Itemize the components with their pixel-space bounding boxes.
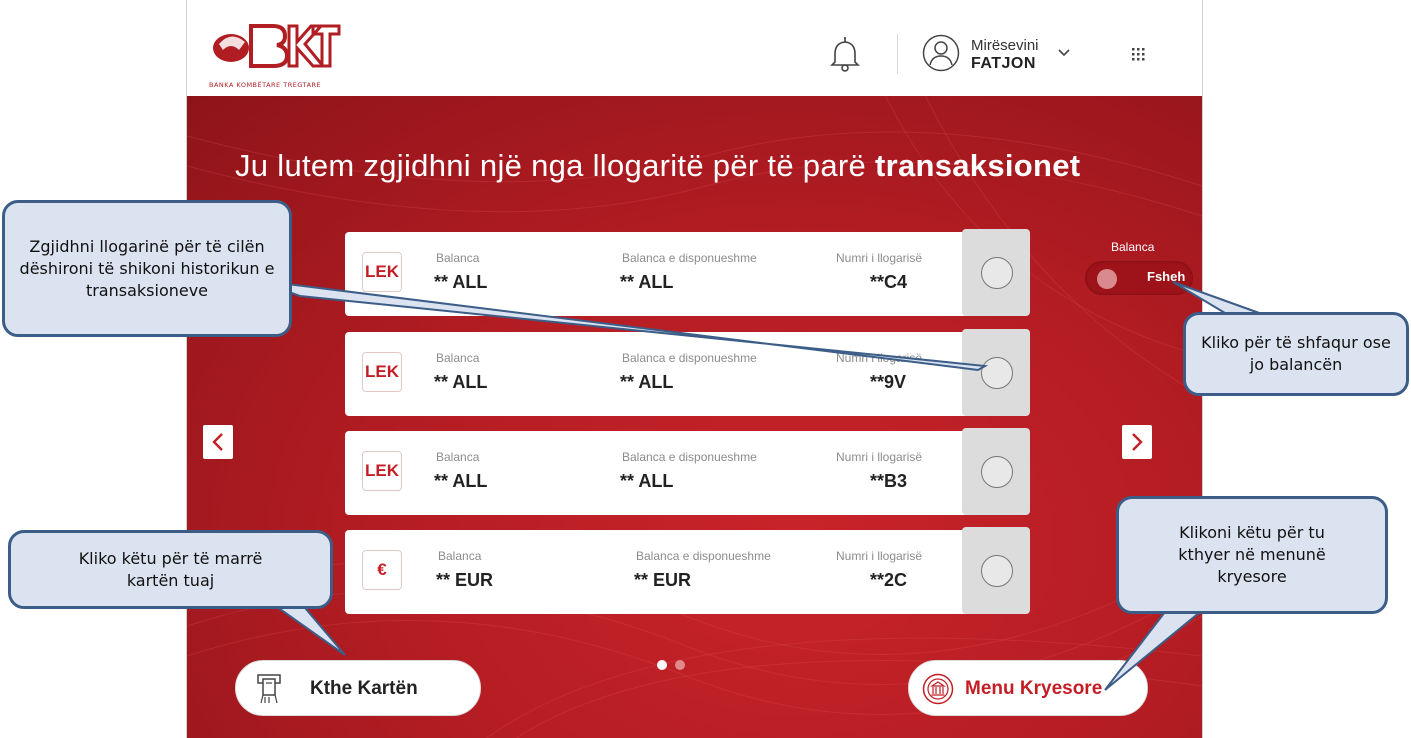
account-select-area[interactable] xyxy=(962,428,1030,515)
available-balance-label: Balanca e disponueshme xyxy=(636,549,771,563)
account-number-label: Numri i llogarisë xyxy=(836,549,923,563)
callout-select-account: Zgjidhni llogarinë për të cilën dëshiron… xyxy=(2,200,292,337)
chevron-down-icon[interactable] xyxy=(1057,48,1071,58)
account-number-value: **9V xyxy=(870,372,907,392)
top-bar: BANKA KOMBËTARE TREGTARE Mirësevini FATJ… xyxy=(187,0,1202,96)
logo-subtitle: BANKA KOMBËTARE TREGTARE xyxy=(209,81,322,89)
callout-return-card: Kliko këtu për të marrë kartën tuaj xyxy=(8,530,333,609)
background-waves xyxy=(187,96,1202,738)
callout-toggle-balance-text: Kliko për të shfaqur ose jo balancën xyxy=(1201,333,1391,374)
balance-value: ** ALL xyxy=(434,471,488,491)
next-arrow-button[interactable] xyxy=(1122,425,1152,459)
page-title: Ju lutem zgjidhni një nga llogaritë për … xyxy=(235,148,1080,184)
main-menu-label: Menu Kryesore xyxy=(965,678,1103,699)
user-name: FATJON xyxy=(971,55,1036,72)
currency-badge: LEK xyxy=(362,252,402,292)
account-card[interactable]: LEK Balanca ** ALL Balanca e disponueshm… xyxy=(345,329,1030,416)
apps-grid-icon[interactable] xyxy=(1131,47,1145,61)
account-card[interactable]: LEK Balanca ** ALL Balanca e disponueshm… xyxy=(345,428,1030,515)
header-divider xyxy=(897,34,898,74)
chevron-right-icon xyxy=(1132,433,1143,451)
balance-value: ** EUR xyxy=(436,570,494,590)
title-bold: transaksionet xyxy=(874,148,1081,183)
balance-value: ** ALL xyxy=(434,272,488,292)
available-balance-value: ** ALL xyxy=(620,272,674,292)
main-panel xyxy=(187,96,1202,738)
page-dot[interactable] xyxy=(675,660,685,670)
account-number-value: **C4 xyxy=(870,272,908,292)
card-return-icon xyxy=(257,674,281,704)
account-number-label: Numri i llogarisë xyxy=(836,251,923,265)
account-number-label: Numri i llogarisë xyxy=(836,351,923,365)
balance-toggle-label: Balanca xyxy=(1111,240,1155,254)
atm-screen: BANKA KOMBËTARE TREGTARE Mirësevini FATJ… xyxy=(186,0,1203,738)
bank-building-icon xyxy=(922,673,954,705)
currency-badge: LEK xyxy=(362,352,402,392)
greeting-text: Mirësevini xyxy=(971,37,1039,54)
available-balance-value: ** ALL xyxy=(620,471,674,491)
bkt-logo: BANKA KOMBËTARE TREGTARE xyxy=(209,20,341,92)
balance-label: Balanca xyxy=(436,450,480,464)
available-balance-value: ** ALL xyxy=(620,372,674,392)
callout-main-menu-text: Klikoni këtu për tu kthyer në menunë kry… xyxy=(1178,523,1326,586)
account-radio[interactable] xyxy=(981,456,1013,488)
account-number-label: Numri i llogarisë xyxy=(836,450,923,464)
account-card[interactable]: LEK Balanca ** ALL Balanca e disponueshm… xyxy=(345,229,1030,316)
account-number-value: **2C xyxy=(870,570,908,590)
account-select-area[interactable] xyxy=(962,229,1030,316)
available-balance-label: Balanca e disponueshme xyxy=(622,251,757,265)
account-select-area[interactable] xyxy=(962,329,1030,416)
callout-return-card-text: Kliko këtu për të marrë kartën tuaj xyxy=(78,548,263,590)
bell-icon[interactable] xyxy=(830,36,860,72)
currency-badge: LEK xyxy=(362,451,402,491)
previous-arrow-button[interactable] xyxy=(203,425,233,459)
account-radio[interactable] xyxy=(981,257,1013,289)
chevron-left-icon xyxy=(212,433,223,451)
balance-label: Balanca xyxy=(436,251,480,265)
account-radio[interactable] xyxy=(981,357,1013,389)
currency-badge: € xyxy=(362,550,402,590)
account-card[interactable]: € Balanca ** EUR Balanca e disponueshme … xyxy=(345,527,1030,614)
balance-label: Balanca xyxy=(438,549,482,563)
title-regular: Ju lutem zgjidhni një nga llogaritë për … xyxy=(235,148,875,183)
account-number-value: **B3 xyxy=(870,471,908,491)
account-radio[interactable] xyxy=(981,555,1013,587)
available-balance-label: Balanca e disponueshme xyxy=(622,450,757,464)
available-balance-value: ** EUR xyxy=(634,570,692,590)
callout-select-account-text: Zgjidhni llogarinë për të cilën dëshiron… xyxy=(19,236,275,300)
page-dot-active[interactable] xyxy=(657,660,667,670)
callout-toggle-balance: Kliko për të shfaqur ose jo balancën xyxy=(1183,312,1409,396)
return-card-button[interactable]: Kthe Kartën xyxy=(235,660,481,716)
callout-main-menu: Klikoni këtu për tu kthyer në menunë kry… xyxy=(1116,496,1388,614)
account-select-area[interactable] xyxy=(962,527,1030,614)
toggle-knob xyxy=(1097,269,1117,289)
balance-value: ** ALL xyxy=(434,372,488,392)
main-menu-button[interactable]: Menu Kryesore xyxy=(908,660,1148,716)
balance-visibility-toggle[interactable]: Fsheh xyxy=(1085,261,1193,295)
return-card-label: Kthe Kartën xyxy=(310,678,418,699)
available-balance-label: Balanca e disponueshme xyxy=(622,351,757,365)
user-avatar-icon[interactable] xyxy=(922,34,960,72)
toggle-state-text: Fsheh xyxy=(1147,269,1186,284)
balance-label: Balanca xyxy=(436,351,480,365)
